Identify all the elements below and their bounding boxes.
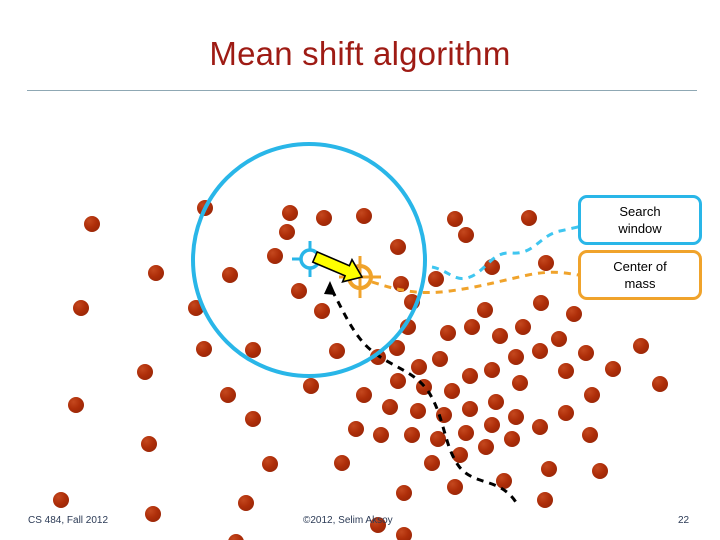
slide-footer: CS 484, Fall 2012 ©2012, Selim Aksoy 22 [0,505,720,540]
callout-search-window-line1: Search [619,204,661,219]
callout-center-of-mass-line2: mass [624,276,656,291]
leader-line-mean-shift-vector [328,286,520,505]
callout-search-window[interactable]: Search window [578,195,702,245]
figure-vector-layer [191,142,584,505]
footer-page-number: 22 [678,515,690,526]
callout-search-window-line2: window [618,221,662,236]
leader-line-search-window [431,223,584,280]
callout-center-of-mass-line1: Center of [613,259,667,274]
footer-copyright: ©2012, Selim Aksoy [303,515,393,526]
footer-course-label: CS 484, Fall 2012 [28,515,109,526]
mean-shift-vector-arrow [311,250,364,283]
figure-canvas: Search window Center of mass Mean Shift … [0,95,720,540]
page-title: Mean shift algorithm [209,35,511,72]
callout-center-of-mass[interactable]: Center of mass [578,250,702,300]
title-divider [27,90,697,91]
slide-root: Mean shift algorithm Search window Cente… [0,0,720,540]
leader-arrowhead-mean-shift [324,281,336,295]
